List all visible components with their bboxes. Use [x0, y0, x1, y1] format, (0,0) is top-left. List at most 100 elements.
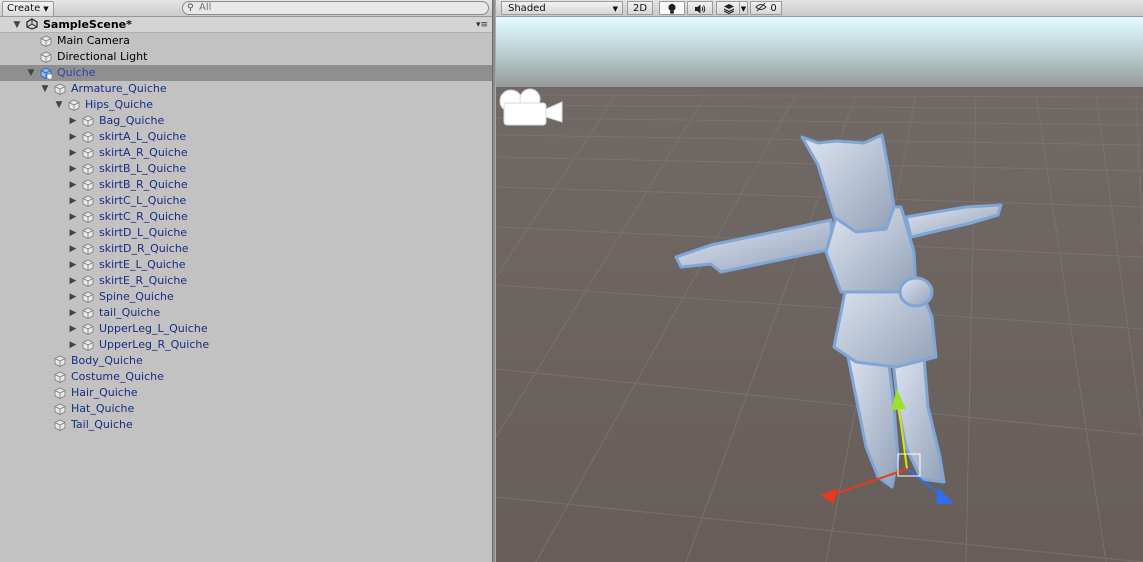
hierarchy-row[interactable]: Hat_Quiche	[0, 401, 492, 417]
layers-icon	[723, 4, 735, 15]
scene-view-panel: Shaded ▼ 2D ▼ 0	[496, 0, 1143, 562]
hierarchy-search-box[interactable]: ⚲	[182, 1, 489, 15]
expand-arrow-icon[interactable]: ▶	[68, 161, 78, 177]
collapse-arrow-icon[interactable]: ▼	[12, 17, 22, 33]
hierarchy-row[interactable]: ▶ skirtE_R_Quiche	[0, 273, 492, 289]
collapse-arrow-icon[interactable]: ▼	[40, 81, 50, 97]
hierarchy-row-label: skirtA_L_Quiche	[99, 130, 187, 143]
hierarchy-row-label: UpperLeg_L_Quiche	[99, 322, 208, 335]
gameobject-cube-icon	[82, 259, 94, 271]
hierarchy-row[interactable]: ▼ Armature_Quiche	[0, 81, 492, 97]
expand-arrow-icon[interactable]: ▶	[68, 145, 78, 161]
hierarchy-row[interactable]: ▶ Spine_Quiche	[0, 289, 492, 305]
expand-arrow-icon[interactable]: ▶	[68, 257, 78, 273]
hierarchy-row[interactable]: ▶ skirtC_L_Quiche	[0, 193, 492, 209]
hierarchy-row[interactable]: ▶ skirtE_L_Quiche	[0, 257, 492, 273]
audio-toggle[interactable]	[687, 1, 713, 15]
hierarchy-row[interactable]: ▶ skirtB_L_Quiche	[0, 161, 492, 177]
gameobject-cube-icon	[82, 275, 94, 287]
scene-toolbar: Shaded ▼ 2D ▼ 0	[496, 0, 1143, 17]
hierarchy-row-label: skirtB_R_Quiche	[99, 178, 188, 191]
hierarchy-row[interactable]: ▶ tail_Quiche	[0, 305, 492, 321]
gameobject-cube-icon	[54, 403, 66, 415]
speaker-icon	[695, 4, 706, 14]
gameobject-cube-icon	[82, 307, 94, 319]
expand-arrow-icon[interactable]: ▶	[68, 113, 78, 129]
gameobject-cube-icon	[54, 419, 66, 431]
eye-slash-icon	[755, 2, 767, 12]
gameobject-cube-icon	[54, 387, 66, 399]
effects-dropdown-caret[interactable]: ▼	[739, 1, 748, 15]
hidden-count: 0	[770, 3, 777, 14]
scene-header-row[interactable]: ▼ SampleScene* ▾≡	[0, 17, 492, 33]
expand-arrow-icon[interactable]: ▶	[68, 177, 78, 193]
hierarchy-row-label: skirtC_L_Quiche	[99, 194, 187, 207]
hierarchy-row[interactable]: Tail_Quiche	[0, 417, 492, 433]
hierarchy-row[interactable]: ▶ skirtD_L_Quiche	[0, 225, 492, 241]
hierarchy-row-label: Directional Light	[57, 50, 148, 63]
hierarchy-row[interactable]: ▶ UpperLeg_L_Quiche	[0, 321, 492, 337]
scene-options-icon[interactable]: ▾≡	[476, 17, 488, 33]
collapse-arrow-icon[interactable]: ▼	[26, 65, 36, 81]
hierarchy-row[interactable]: Main Camera	[0, 33, 492, 49]
gameobject-cube-icon	[82, 131, 94, 143]
hierarchy-row-label: UpperLeg_R_Quiche	[99, 338, 210, 351]
hierarchy-row-label: skirtC_R_Quiche	[99, 210, 188, 223]
shading-mode-dropdown[interactable]: Shaded ▼	[501, 1, 623, 15]
hierarchy-row-label: skirtE_R_Quiche	[99, 274, 188, 287]
gameobject-cube-icon	[82, 227, 94, 239]
hierarchy-row-label: tail_Quiche	[99, 306, 161, 319]
caret-down-icon: ▼	[43, 5, 49, 13]
scene-viewport[interactable]	[496, 17, 1143, 562]
hierarchy-toolbar: Create ▼ ⚲	[0, 0, 492, 17]
hierarchy-row[interactable]: ▶ skirtA_R_Quiche	[0, 145, 492, 161]
hierarchy-row[interactable]: ▶ skirtA_L_Quiche	[0, 129, 492, 145]
hierarchy-row[interactable]: ▶ skirtC_R_Quiche	[0, 209, 492, 225]
expand-arrow-icon[interactable]: ▶	[68, 209, 78, 225]
gameobject-cube-icon	[82, 339, 94, 351]
create-label: Create	[7, 3, 41, 14]
gameobject-cube-icon	[82, 243, 94, 255]
hierarchy-row[interactable]: ▼ Quiche	[0, 65, 492, 81]
hierarchy-row[interactable]: Directional Light	[0, 49, 492, 65]
hierarchy-row-label: Costume_Quiche	[71, 370, 164, 383]
gameobject-cube-icon	[54, 371, 66, 383]
expand-arrow-icon[interactable]: ▶	[68, 193, 78, 209]
expand-arrow-icon[interactable]: ▶	[68, 305, 78, 321]
expand-arrow-icon[interactable]: ▶	[68, 225, 78, 241]
create-dropdown-button[interactable]: Create ▼	[2, 1, 54, 17]
hierarchy-row[interactable]: Costume_Quiche	[0, 369, 492, 385]
expand-arrow-icon[interactable]: ▶	[68, 129, 78, 145]
gameobject-cube-icon	[68, 99, 80, 111]
gameobject-cube-icon	[54, 355, 66, 367]
hierarchy-row[interactable]: ▼ Hips_Quiche	[0, 97, 492, 113]
expand-arrow-icon[interactable]: ▶	[68, 289, 78, 305]
hierarchy-search-input[interactable]	[199, 2, 469, 14]
hierarchy-row[interactable]: ▶ UpperLeg_R_Quiche	[0, 337, 492, 353]
hierarchy-row[interactable]: Body_Quiche	[0, 353, 492, 369]
gameobject-cube-icon	[82, 115, 94, 127]
expand-arrow-icon[interactable]: ▶	[68, 321, 78, 337]
collapse-arrow-icon[interactable]: ▼	[54, 97, 64, 113]
hierarchy-row-label: skirtE_L_Quiche	[99, 258, 186, 271]
hierarchy-row-label: skirtD_R_Quiche	[99, 242, 189, 255]
lightbulb-icon	[668, 3, 676, 14]
unity-logo-icon	[26, 18, 38, 30]
hierarchy-row-label: skirtD_L_Quiche	[99, 226, 188, 239]
hierarchy-row-label: Hips_Quiche	[85, 98, 154, 111]
hierarchy-row-label: Main Camera	[57, 34, 130, 47]
lighting-toggle[interactable]	[659, 1, 685, 15]
hierarchy-row-label: skirtA_R_Quiche	[99, 146, 188, 159]
prefab-icon	[40, 67, 53, 80]
2d-mode-button[interactable]: 2D	[627, 1, 653, 15]
hierarchy-row-label: skirtB_L_Quiche	[99, 162, 187, 175]
expand-arrow-icon[interactable]: ▶	[68, 337, 78, 353]
expand-arrow-icon[interactable]: ▶	[68, 241, 78, 257]
expand-arrow-icon[interactable]: ▶	[68, 273, 78, 289]
hierarchy-row-label: Bag_Quiche	[99, 114, 165, 127]
hidden-objects-toggle[interactable]: 0	[750, 1, 782, 15]
hierarchy-row[interactable]: ▶ Bag_Quiche	[0, 113, 492, 129]
hierarchy-row[interactable]: ▶ skirtD_R_Quiche	[0, 241, 492, 257]
hierarchy-row[interactable]: Hair_Quiche	[0, 385, 492, 401]
hierarchy-row[interactable]: ▶ skirtB_R_Quiche	[0, 177, 492, 193]
